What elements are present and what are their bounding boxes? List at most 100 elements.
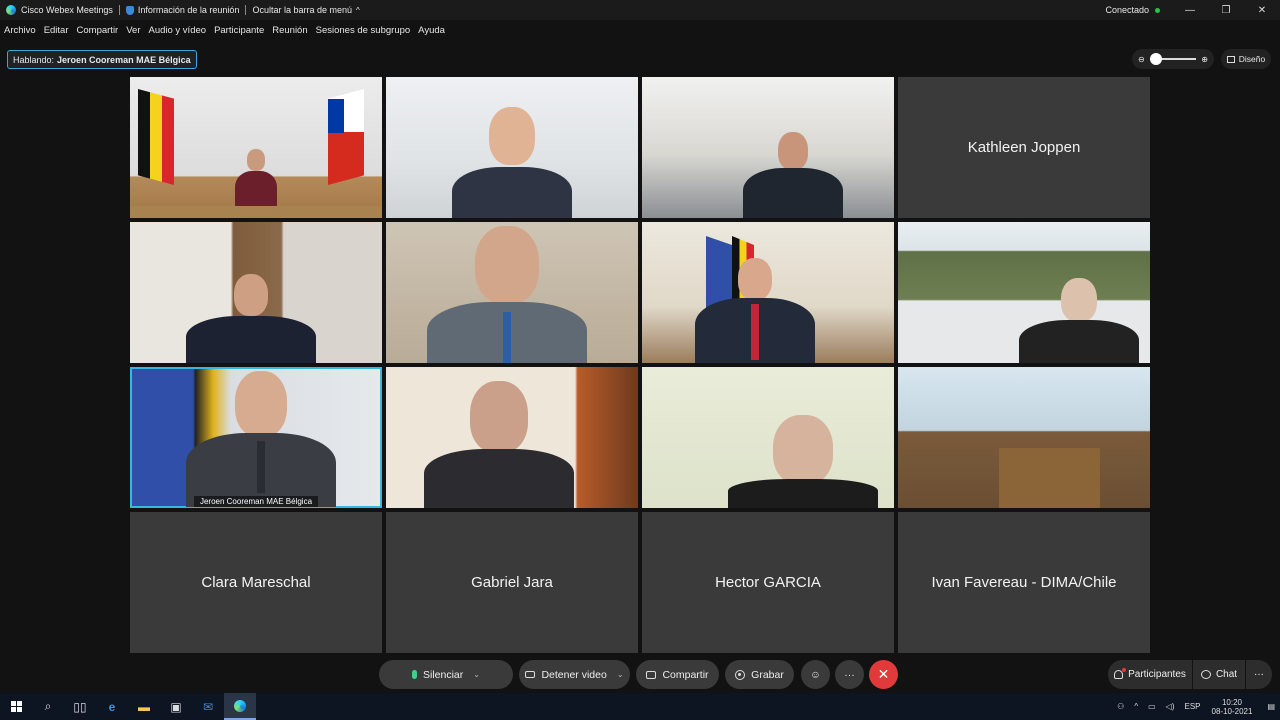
video-tile-name-only[interactable]: Kathleen Joppen — [898, 77, 1150, 218]
participant-video — [426, 226, 587, 363]
video-tile[interactable] — [386, 222, 638, 363]
meeting-info-button[interactable]: Información de la reunión — [138, 5, 240, 15]
conference-table — [998, 448, 1100, 508]
menu-ver[interactable]: Ver — [126, 25, 140, 36]
network-icon[interactable]: ▭ — [1148, 702, 1156, 711]
status-dot-icon — [1155, 7, 1160, 13]
chevron-up-icon[interactable]: ^ — [1134, 702, 1138, 711]
start-button[interactable] — [0, 693, 32, 720]
participants-label: Participantes — [1128, 669, 1186, 680]
menu-participante[interactable]: Participante — [214, 25, 264, 36]
participant-video — [424, 381, 575, 508]
hide-menu-bar-button[interactable]: Ocultar la barra de menú — [252, 5, 352, 15]
record-button[interactable]: Grabar — [725, 660, 794, 689]
menu-ayuda[interactable]: Ayuda — [418, 25, 445, 36]
video-tile[interactable] — [642, 222, 894, 363]
participant-video — [695, 258, 816, 363]
edge-browser-icon[interactable]: e — [96, 693, 128, 720]
webex-taskbar-icon[interactable] — [224, 693, 256, 720]
participant-name: Clara Mareschal — [201, 574, 311, 591]
volume-icon[interactable]: ◁) — [1166, 702, 1175, 711]
file-explorer-icon[interactable]: ▬ — [128, 693, 160, 720]
speaker-name: Jeroen Cooreman MAE Bélgica — [57, 54, 191, 65]
reactions-button[interactable]: ☺ — [801, 660, 830, 689]
mail-icon[interactable]: ✉ — [192, 693, 224, 720]
minimize-button[interactable]: — — [1172, 5, 1208, 16]
participants-button[interactable]: Participantes — [1108, 660, 1192, 689]
ellipsis-icon: ··· — [1254, 669, 1264, 680]
speaking-label: Hablando: — [13, 54, 55, 65]
panel-more-button[interactable]: ··· — [1246, 660, 1272, 689]
divider — [118, 5, 120, 15]
menu-compartir[interactable]: Compartir — [77, 25, 119, 36]
layout-grid-icon — [1226, 55, 1235, 63]
search-icon[interactable]: ⌕ — [32, 693, 64, 720]
menu-archivo[interactable]: Archivo — [4, 25, 36, 36]
zoom-in-icon[interactable]: ⊕ — [1201, 55, 1208, 64]
participant-name: Kathleen Joppen — [967, 139, 1081, 156]
store-icon[interactable]: ▣ — [160, 693, 192, 720]
video-tile[interactable] — [642, 77, 894, 218]
webex-logo-icon — [6, 5, 16, 15]
chat-label: Chat — [1215, 669, 1238, 680]
video-tile[interactable] — [898, 222, 1150, 363]
video-tile[interactable] — [130, 222, 382, 363]
menu-audio-video[interactable]: Audio y vídeo — [148, 25, 206, 36]
language-indicator[interactable]: ESP — [1185, 702, 1201, 711]
video-grid: Kathleen Joppen Jeroen Cooreman MAE Bélg… — [130, 77, 1151, 654]
zoom-slider-handle[interactable] — [1149, 53, 1162, 65]
layout-button[interactable]: Diseño — [1221, 49, 1271, 69]
stop-video-button[interactable]: Detener video ⌄ — [519, 660, 630, 689]
connection-status: Conectado — [1105, 5, 1149, 15]
windows-taskbar: ⌕ ▯▯ e ▬ ▣ ✉ ⚇ ^ ▭ ◁) ESP 10:20 08-10-20… — [0, 693, 1280, 720]
menu-bar: Archivo Editar Compartir Ver Audio y víd… — [0, 20, 1280, 40]
participant-name: Hector GARCIA — [715, 574, 821, 591]
participant-video — [226, 149, 286, 211]
chat-button[interactable]: Chat — [1193, 660, 1245, 689]
clock[interactable]: 10:20 08-10-2021 — [1212, 698, 1253, 716]
system-tray: ⚇ ^ ▭ ◁) ESP 10:20 08-10-2021 ▤ — [1112, 693, 1280, 720]
menu-editar[interactable]: Editar — [44, 25, 69, 36]
video-tile-name-only[interactable]: Clara Mareschal — [130, 512, 382, 653]
video-tile[interactable] — [386, 77, 638, 218]
chevron-down-icon[interactable]: ⌄ — [617, 670, 624, 679]
close-window-button[interactable]: ✕ — [1244, 5, 1280, 16]
zoom-out-icon[interactable]: ⊖ — [1138, 55, 1145, 64]
leave-meeting-button[interactable]: ✕ — [869, 660, 898, 689]
notifications-icon[interactable]: ▤ — [1267, 702, 1275, 711]
mute-button[interactable]: Silenciar ⌄ — [379, 660, 513, 689]
menu-sesiones-subgrupo[interactable]: Sesiones de subgrupo — [316, 25, 411, 36]
video-tile[interactable] — [130, 77, 382, 218]
menu-reunion[interactable]: Reunión — [272, 25, 307, 36]
close-icon: ✕ — [877, 666, 890, 682]
zoom-slider[interactable] — [1149, 53, 1197, 65]
share-button[interactable]: Compartir — [636, 660, 719, 689]
chevron-up-icon[interactable]: ^ — [356, 6, 360, 15]
belgium-flag — [138, 89, 174, 185]
mute-label: Silenciar — [423, 668, 464, 681]
video-tile-name-only[interactable]: Ivan Favereau - DIMA/Chile — [898, 512, 1150, 653]
participant-video — [728, 415, 879, 508]
stop-video-label: Detener video — [541, 668, 607, 681]
chevron-down-icon[interactable]: ⌄ — [473, 670, 480, 679]
meeting-controls: Silenciar ⌄ Detener video ⌄ Compartir Gr… — [0, 660, 1280, 690]
participant-name: Gabriel Jara — [471, 574, 553, 591]
windows-logo-icon — [10, 701, 22, 712]
participant-caption: Jeroen Cooreman MAE Bélgica — [130, 496, 382, 507]
record-icon — [735, 669, 746, 680]
app-title: Cisco Webex Meetings — [21, 5, 113, 15]
video-tile[interactable] — [642, 367, 894, 508]
video-tile[interactable] — [386, 367, 638, 508]
people-icon[interactable]: ⚇ — [1117, 702, 1124, 711]
video-tile[interactable] — [898, 367, 1150, 508]
task-view-icon[interactable]: ▯▯ — [64, 693, 96, 720]
video-tile-name-only[interactable]: Gabriel Jara — [386, 512, 638, 653]
restore-button[interactable]: ❐ — [1208, 5, 1244, 16]
video-tile-active-speaker[interactable]: Jeroen Cooreman MAE Bélgica — [130, 367, 382, 508]
more-options-button[interactable]: ··· — [835, 660, 864, 689]
participant-video — [452, 107, 572, 218]
participants-icon — [1114, 668, 1127, 679]
active-speaker-badge: Hablando: Jeroen Cooreman MAE Bélgica — [7, 50, 197, 69]
video-tile-name-only[interactable]: Hector GARCIA — [642, 512, 894, 653]
clock-date: 08-10-2021 — [1211, 706, 1253, 716]
